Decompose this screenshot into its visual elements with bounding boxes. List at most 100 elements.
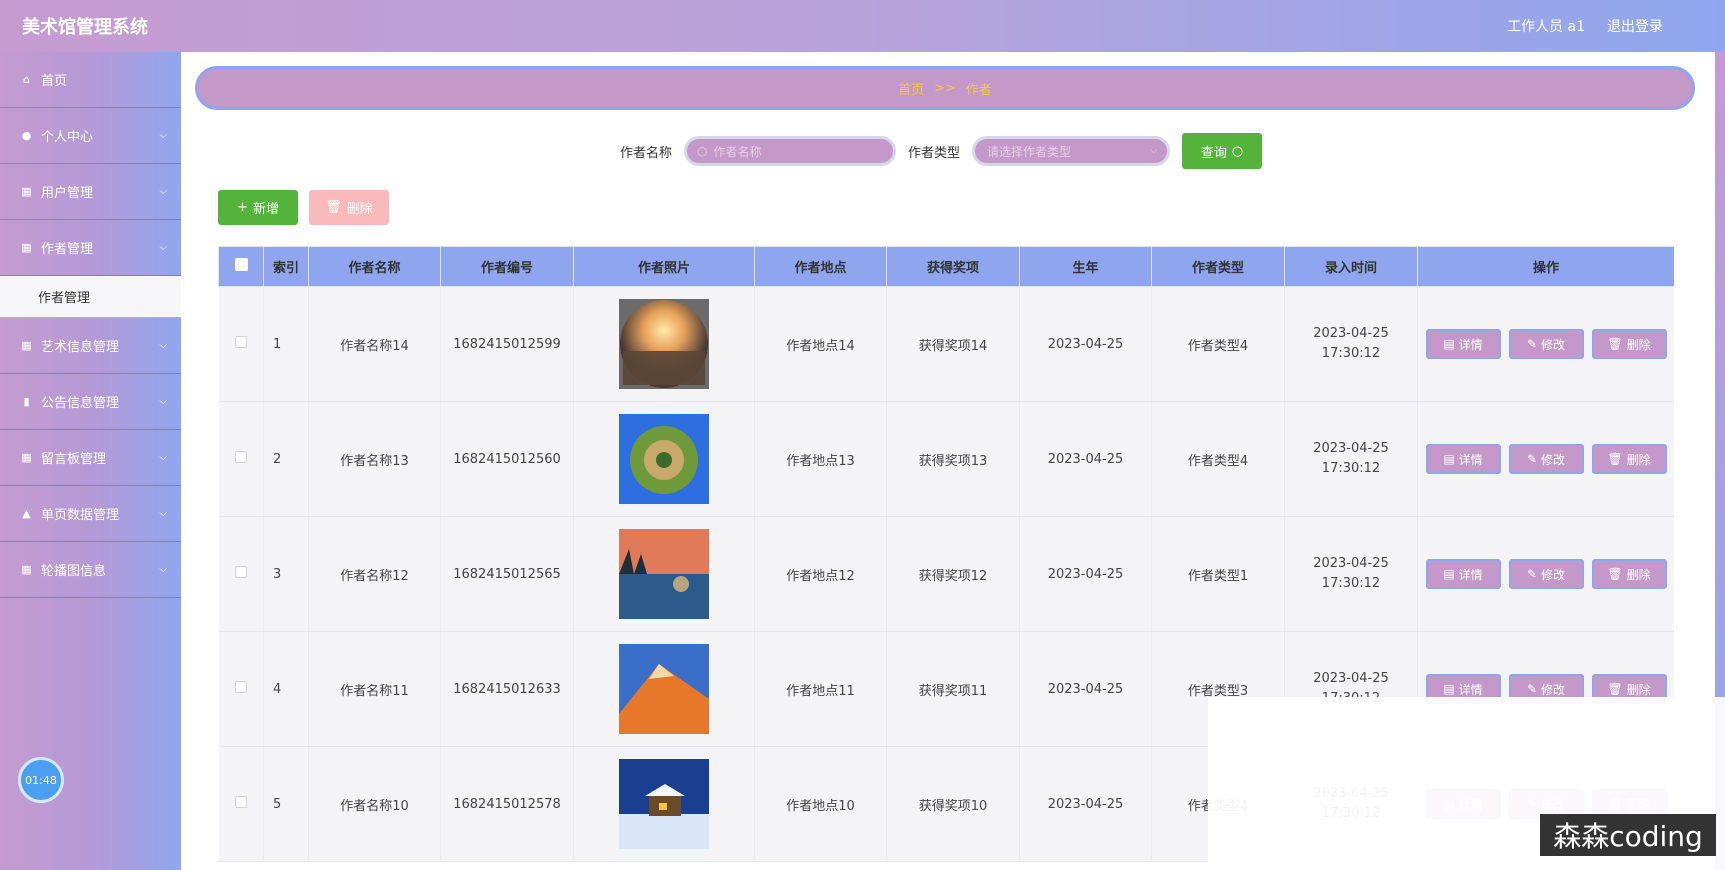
grid-icon: ▦ [21,241,32,254]
row-select-cell[interactable] [218,746,264,862]
row-checkbox[interactable] [234,566,247,578]
thumb-icon: ▲ [22,507,31,520]
author-name-cell: 作者名称11 [308,631,441,747]
author-location-cell: 作者地点13 [754,401,887,517]
trash-icon: 🗑 [1607,567,1623,581]
operations-cell: ▤详情✎修改🗑删除 [1417,516,1674,632]
delete-label: 删除 [1626,337,1651,352]
author-type-cell: 作者类型4 [1151,401,1285,517]
author-code-cell: 1682415012565 [440,516,574,632]
select-all-header[interactable] [218,246,264,287]
trash-icon: 🗑 [325,200,342,215]
document-icon: ▤ [1443,567,1455,581]
author-photo[interactable] [619,644,709,734]
award-cell: 获得奖项13 [886,401,1020,517]
column-header: 获得奖项 [886,246,1020,287]
column-header: 操作 [1417,246,1674,287]
author-name-cell: 作者名称10 [308,746,441,862]
sidebar-item-profile[interactable]: ● 个人中心 ⌵ [0,108,181,164]
sidebar-item-announcements[interactable]: ▮ 公告信息管理 ⌵ [0,374,181,430]
entry-time-cell: 2023-04-25 17:30:12 [1284,401,1418,517]
index-cell: 3 [263,516,309,632]
award-cell: 获得奖项11 [886,631,1020,747]
entry-time-cell: 2023-04-25 17:30:12 [1284,516,1418,632]
grid-icon: ▦ [21,185,32,198]
breadcrumb-separator: >> [934,80,956,96]
detail-button[interactable]: ▤详情 [1425,444,1501,474]
author-name-cell: 作者名称13 [308,401,441,517]
author-type-cell: 作者类型1 [1151,516,1285,632]
author-type-cell: 作者类型4 [1151,286,1285,402]
chevron-down-icon: ⌵ [159,452,167,463]
timer-badge[interactable]: 01:48 [18,757,64,803]
author-photo[interactable] [619,414,709,504]
author-photo[interactable] [619,299,709,389]
table-row: 3 作者名称12 1682415012565 作者地点12 获得奖项12 2023-04-… [218,516,1674,632]
award-cell: 获得奖项12 [886,516,1020,632]
query-button[interactable]: 查询 ○ [1182,133,1263,169]
row-checkbox[interactable] [234,336,247,348]
row-select-cell[interactable] [218,401,264,517]
row-select-cell[interactable] [218,631,264,747]
author-photo-cell [573,401,755,517]
author-photo[interactable] [619,529,709,619]
index-cell: 5 [263,746,309,862]
home-icon: ⌂ [23,73,30,86]
edit-button[interactable]: ✎修改 [1508,329,1584,359]
author-name-label: 作者名称 [620,145,673,161]
author-photo[interactable] [619,759,709,849]
author-name-input[interactable]: ○ 作者名称 [684,136,897,166]
watermark: 森森coding [1540,814,1716,856]
detail-button[interactable]: ▤详情 [1425,329,1501,359]
chevron-down-icon: ⌵ [159,564,167,575]
grid-icon: ▦ [21,339,32,352]
sidebar-item-carousel[interactable]: ▦ 轮播图信息 ⌵ [0,542,181,598]
sidebar-item-users[interactable]: ▦ 用户管理 ⌵ [0,164,181,220]
chevron-down-icon: ⌵ [159,186,167,197]
sidebar-item-message-board[interactable]: ▦ 留言板管理 ⌵ [0,430,181,486]
sidebar-item-home[interactable]: ⌂ 首页 [0,52,181,108]
index-cell: 4 [263,631,309,747]
sidebar-item-single-page[interactable]: ▲ 单页数据管理 ⌵ [0,486,181,542]
add-button[interactable]: + 新增 [218,190,298,225]
birth-year-cell: 2023-04-25 [1019,746,1152,862]
sidebar-item-art-info[interactable]: ▦ 艺术信息管理 ⌵ [0,318,181,374]
author-type-select[interactable]: 请选择作者类型 ⌵ [972,136,1171,166]
sidebar-item-label: 用户管理 [41,186,94,201]
author-code-cell: 1682415012633 [440,631,574,747]
select-all-checkbox[interactable] [234,258,248,271]
logout-link[interactable]: 退出登录 [1607,16,1663,36]
search-bar: 作者名称 ○ 作者名称 作者类型 请选择作者类型 ⌵ 查询 ○ [620,133,1263,169]
trash-icon: 🗑 [1607,337,1623,351]
document-icon: ▤ [1443,682,1455,696]
birth-year-cell: 2023-04-25 [1019,286,1152,402]
row-checkbox[interactable] [234,681,247,693]
row-checkbox[interactable] [234,796,247,808]
current-user[interactable]: 工作人员 a1 [1507,16,1585,36]
sidebar-subitem-author-management[interactable]: 作者管理 [0,276,181,318]
row-select-cell[interactable] [218,516,264,632]
plus-icon: + [237,200,248,215]
author-photo-cell [573,516,755,632]
bulk-delete-button[interactable]: 🗑 删除 [309,190,389,225]
column-header: 作者地点 [754,246,887,287]
chevron-down-icon: ⌵ [159,130,167,141]
sidebar-item-authors[interactable]: ▦ 作者管理 ⌵ [0,220,181,276]
edit-label: 修改 [1541,337,1566,352]
award-cell: 获得奖项14 [886,286,1020,402]
top-header: 美术馆管理系统 工作人员 a1 退出登录 [0,0,1725,52]
header-right: 工作人员 a1 退出登录 [1507,16,1663,36]
delete-button[interactable]: 🗑删除 [1591,444,1667,474]
chevron-down-icon: ⌵ [159,396,167,407]
delete-button[interactable]: 🗑删除 [1591,559,1667,589]
row-select-cell[interactable] [218,286,264,402]
edit-button[interactable]: ✎修改 [1508,559,1584,589]
detail-label: 详情 [1458,337,1483,352]
breadcrumb-home[interactable]: 首页 [898,79,924,98]
sidebar-item-label: 首页 [41,74,68,89]
row-checkbox[interactable] [234,451,247,463]
detail-button[interactable]: ▤详情 [1425,559,1501,589]
edit-button[interactable]: ✎修改 [1508,444,1584,474]
delete-button[interactable]: 🗑删除 [1591,329,1667,359]
author-photo-cell [573,746,755,862]
